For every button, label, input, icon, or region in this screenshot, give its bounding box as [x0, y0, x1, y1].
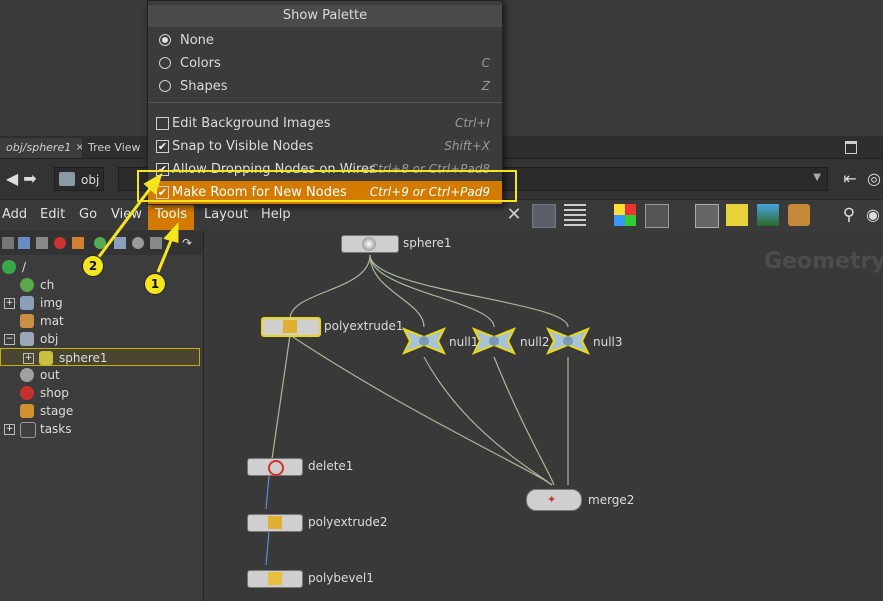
annotation-badge-1: 1 [144, 273, 166, 295]
annotation-arrows [96, 172, 179, 273]
annotation-badge-2: 2 [82, 255, 104, 277]
